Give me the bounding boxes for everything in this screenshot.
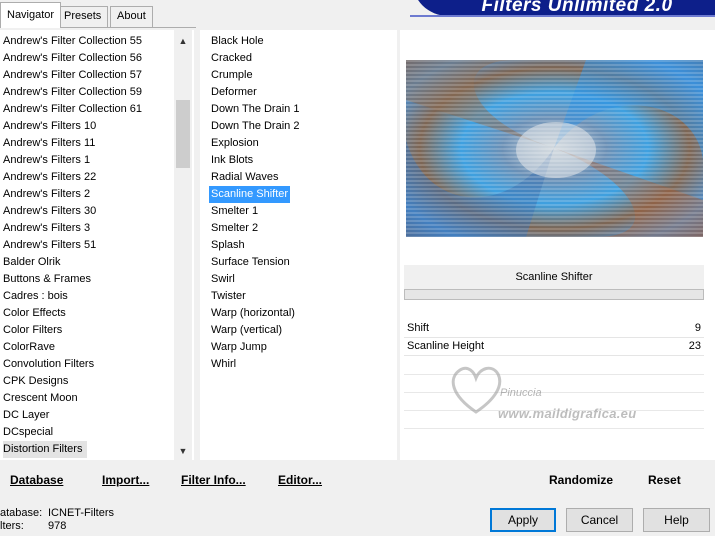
watermark: Pinuccia www.maildigrafica.eu (446, 360, 666, 430)
param-label: Shift (407, 322, 430, 334)
filter-item[interactable]: Warp (horizontal) (211, 305, 295, 322)
filter-item[interactable]: Scanline Shifter (209, 186, 291, 203)
category-item[interactable]: Andrew's Filters 30 (3, 203, 96, 220)
action-bar: Database Import... Filter Info... Editor… (0, 462, 715, 492)
category-item[interactable]: Andrew's Filters 1 (3, 152, 90, 169)
filter-item[interactable]: Twister (211, 288, 246, 305)
tab-presets[interactable]: Presets (57, 6, 109, 27)
category-item[interactable]: Andrew's Filter Collection 61 (3, 101, 142, 118)
cancel-button[interactable]: Cancel (566, 508, 633, 532)
filter-item[interactable]: Smelter 2 (211, 220, 258, 237)
filter-item[interactable]: Swirl (211, 271, 235, 288)
status-database-label: atabase: (0, 507, 43, 519)
banner-stripe (410, 15, 715, 17)
filter-item[interactable]: Warp (vertical) (211, 322, 282, 339)
status-filters-value: 978 (48, 520, 67, 532)
filter-item[interactable]: Explosion (211, 135, 259, 152)
category-item[interactable]: DCspecial (3, 424, 53, 441)
filter-item[interactable]: Cracked (211, 50, 252, 67)
filter-item[interactable]: Radial Waves (211, 169, 278, 186)
scroll-up-icon[interactable]: ▲ (174, 32, 192, 50)
filter-item[interactable]: Down The Drain 2 (211, 118, 299, 135)
import-button[interactable]: Import... (102, 472, 149, 488)
category-item[interactable]: Buttons & Frames (3, 271, 91, 288)
filter-name-display: Scanline Shifter (404, 265, 704, 289)
editor-button[interactable]: Editor... (278, 472, 322, 488)
watermark-name: Pinuccia (500, 387, 542, 399)
apply-button[interactable]: Apply (490, 508, 556, 532)
param-row-shift[interactable]: Shift 9 (404, 320, 704, 338)
category-item[interactable]: Distortion Filters (3, 441, 88, 458)
category-item[interactable]: ColorRave (3, 339, 55, 356)
filter-item[interactable]: Black Hole (211, 33, 264, 50)
category-item[interactable]: Andrew's Filters 10 (3, 118, 96, 135)
randomize-button[interactable]: Randomize (549, 472, 613, 488)
category-item[interactable]: Balder Olrik (3, 254, 60, 271)
category-item[interactable]: Andrew's Filters 11 (3, 135, 95, 152)
filter-item[interactable]: Crumple (211, 67, 253, 84)
status-database: atabase: ICNET-Filters (0, 507, 114, 521)
scroll-thumb[interactable] (176, 100, 190, 168)
category-item[interactable]: Andrew's Filters 51 (3, 237, 96, 254)
category-list[interactable]: Andrew's Filter Collection 55 Andrew's Fi… (0, 30, 194, 460)
param-label: Scanline Height (407, 340, 485, 352)
status-filters-label: lters: (0, 520, 24, 532)
param-row-scanline-height[interactable]: Scanline Height 23 (404, 338, 704, 356)
filter-item[interactable]: Down The Drain 1 (211, 101, 299, 118)
category-item[interactable]: Andrew's Filter Collection 57 (3, 67, 142, 84)
heart-logo-icon (451, 366, 502, 414)
filter-info-button[interactable]: Filter Info... (181, 472, 246, 488)
watermark-url: www.maildigrafica.eu (498, 406, 637, 421)
filter-item[interactable]: Whirl (211, 356, 236, 373)
reset-button[interactable]: Reset (648, 472, 681, 488)
filter-item[interactable]: Surface Tension (211, 254, 290, 271)
progress-bar (404, 289, 704, 300)
category-item[interactable]: Color Filters (3, 322, 62, 339)
status-database-value: ICNET-Filters (48, 507, 114, 519)
category-item[interactable]: Crescent Moon (3, 390, 78, 407)
app-banner: Filters Unlimited 2.0 (412, 0, 715, 16)
tab-navigator[interactable]: Navigator (0, 2, 62, 28)
tab-about[interactable]: About (110, 6, 153, 27)
filter-item[interactable]: Splash (211, 237, 245, 254)
status-filters: lters: 978 (0, 520, 66, 534)
help-button[interactable]: Help (643, 508, 710, 532)
param-value[interactable]: 9 (695, 322, 701, 334)
category-item[interactable]: Andrew's Filter Collection 56 (3, 50, 142, 67)
category-item[interactable]: Andrew's Filter Collection 59 (3, 84, 142, 101)
filter-item[interactable]: Warp Jump (211, 339, 267, 356)
banner-title: Filters Unlimited 2.0 (481, 0, 673, 16)
category-item[interactable]: Color Effects (3, 305, 66, 322)
category-item[interactable]: Andrew's Filters 2 (3, 186, 90, 203)
category-scrollbar[interactable]: ▲ ▼ (174, 30, 192, 460)
category-item[interactable]: CPK Designs (3, 373, 68, 390)
tab-bar: Navigator Presets About (0, 0, 400, 28)
category-item[interactable]: DC Layer (3, 407, 49, 424)
database-button[interactable]: Database (10, 472, 63, 488)
category-item[interactable]: Andrew's Filters 3 (3, 220, 90, 237)
filter-item[interactable]: Ink Blots (211, 152, 253, 169)
filter-list[interactable]: Black Hole Cracked Crumple Deformer Down The… (200, 30, 397, 460)
category-item[interactable]: Convolution Filters (3, 356, 94, 373)
category-item[interactable]: Cadres : bois (3, 288, 68, 305)
preview-image (406, 60, 703, 237)
param-value[interactable]: 23 (689, 340, 701, 352)
scroll-down-icon[interactable]: ▼ (174, 442, 192, 460)
category-item[interactable]: Andrew's Filters 22 (3, 169, 96, 186)
filter-item[interactable]: Smelter 1 (211, 203, 258, 220)
filter-item[interactable]: Deformer (211, 84, 257, 101)
category-item[interactable]: Andrew's Filter Collection 55 (3, 33, 142, 50)
